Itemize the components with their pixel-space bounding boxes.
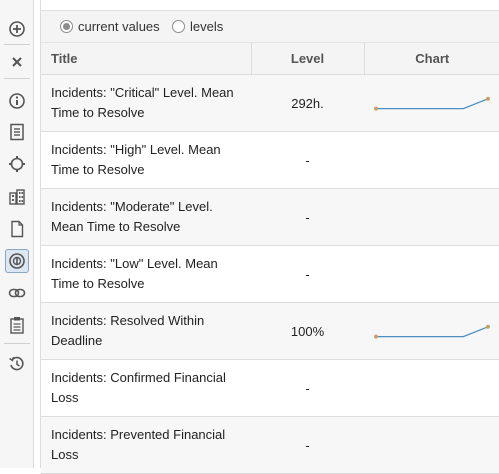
indicator-chart-cell (364, 245, 499, 303)
clipboard-icon (10, 317, 24, 334)
sparkline-start-point (374, 106, 378, 111)
sparkline-chart[interactable] (372, 321, 492, 341)
sparkline-end-point (486, 324, 490, 329)
close-icon (12, 57, 22, 67)
view-mode-selector: current values levels (41, 10, 499, 43)
sparkline-start-point (374, 334, 378, 339)
indicator-level: - (251, 359, 364, 417)
indicator-level: - (251, 416, 364, 474)
indicator-level: - (251, 188, 364, 246)
radio-label-current-values: current values (78, 19, 160, 34)
history-icon (9, 356, 24, 371)
table-row[interactable]: Incidents: "Moderate" Level. Mean Time t… (41, 188, 499, 246)
list-button[interactable] (5, 120, 29, 144)
remove-button[interactable] (5, 50, 29, 74)
sparkline-chart[interactable] (372, 93, 492, 113)
indicator-title[interactable]: Incidents: Confirmed Financial Loss (41, 359, 251, 417)
indicator-level: 100% (251, 302, 364, 360)
toolbar-separator (4, 343, 30, 344)
blank-page-icon (11, 220, 24, 238)
sparkline-end-point (486, 96, 490, 101)
table-row[interactable]: Incidents: Resolved Within Deadline 100% (41, 302, 499, 360)
table-row[interactable]: Incidents: Prevented Financial Loss - (41, 416, 499, 474)
indicator-chart-cell (364, 416, 499, 474)
buildings-icon (9, 189, 25, 205)
list-document-icon (10, 123, 24, 141)
table-row[interactable]: Incidents: "High" Level. Mean Time to Re… (41, 131, 499, 189)
link-button[interactable] (5, 281, 29, 305)
clipboard-button[interactable] (5, 313, 29, 337)
indicators-table: Title Level Chart Incidents: "Critical" … (41, 42, 499, 474)
column-header-chart[interactable]: Chart (363, 42, 499, 75)
history-button[interactable] (5, 352, 29, 376)
indicator-title[interactable]: Incidents: "Moderate" Level. Mean Time t… (41, 188, 251, 246)
table-row[interactable]: Incidents: Confirmed Financial Loss - (41, 359, 499, 417)
page-button[interactable] (5, 217, 29, 241)
link-icon (8, 288, 26, 298)
toolbar-separator (4, 78, 30, 79)
radio-unselected-indicator (172, 20, 185, 33)
indicator-chart-cell (364, 188, 499, 246)
indicator-chart-cell (364, 131, 499, 189)
table-row[interactable]: Incidents: "Low" Level. Mean Time to Res… (41, 245, 499, 303)
add-circle-icon (9, 21, 25, 37)
indicators-panel: current values levels Title Level Chart … (40, 0, 499, 474)
radio-current-values[interactable]: current values (60, 19, 160, 34)
table-row[interactable]: Incidents: "Critical" Level. Mean Time t… (41, 74, 499, 132)
add-button[interactable] (5, 17, 29, 41)
toolbar-separator (4, 44, 30, 45)
indicators-button[interactable] (5, 249, 29, 273)
info-button[interactable] (5, 89, 29, 113)
sparkline-line (376, 326, 489, 338)
info-icon (9, 93, 25, 109)
indicator-chart-cell (364, 74, 499, 132)
indicator-title[interactable]: Incidents: "High" Level. Mean Time to Re… (41, 131, 251, 189)
left-toolbar (0, 0, 34, 468)
indicator-level: 292h. (251, 74, 364, 132)
indicator-level: - (251, 245, 364, 303)
organization-button[interactable] (5, 185, 29, 209)
indicator-title[interactable]: Incidents: Resolved Within Deadline (41, 302, 251, 360)
radio-label-levels: levels (190, 19, 224, 34)
refresh-icon (9, 156, 25, 172)
table-header-row: Title Level Chart (41, 42, 499, 75)
radio-selected-indicator (60, 20, 73, 33)
column-header-level[interactable]: Level (250, 42, 364, 75)
indicator-title[interactable]: Incidents: "Critical" Level. Mean Time t… (41, 74, 251, 132)
indicator-title[interactable]: Incidents: "Low" Level. Mean Time to Res… (41, 245, 251, 303)
radio-levels[interactable]: levels (172, 19, 223, 34)
column-header-title[interactable]: Title (41, 42, 251, 75)
indicator-chart-cell (364, 302, 499, 360)
indicator-title[interactable]: Incidents: Prevented Financial Loss (41, 416, 251, 474)
refresh-button[interactable] (5, 152, 29, 176)
indicator-icon (9, 253, 25, 269)
indicator-chart-cell (364, 359, 499, 417)
indicator-level: - (251, 131, 364, 189)
sparkline-line (376, 98, 489, 110)
